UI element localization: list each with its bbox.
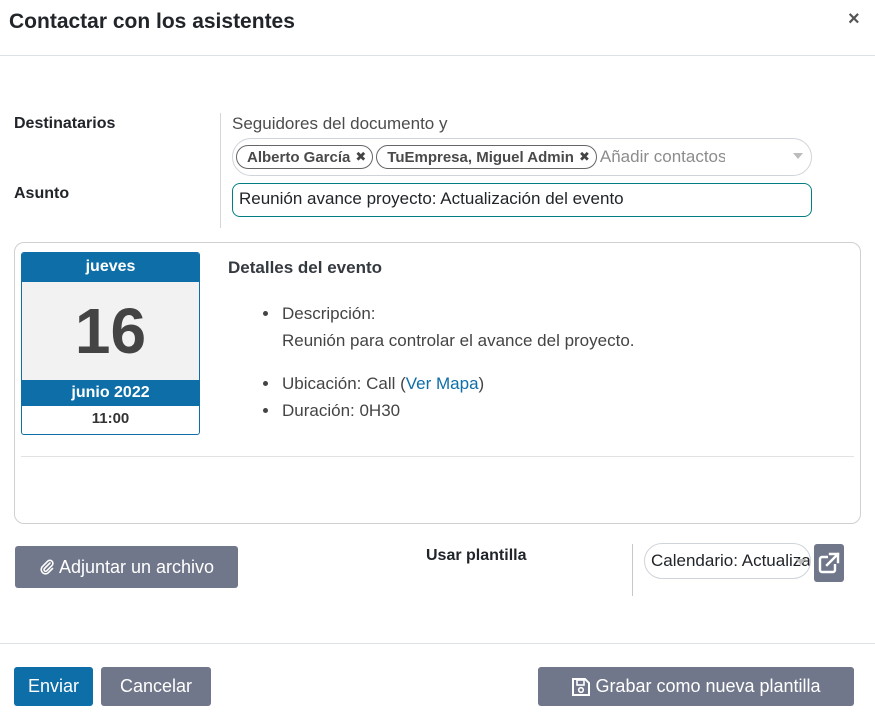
save-as-template-button[interactable]: Grabar como nueva plantilla — [538, 667, 854, 706]
location-suffix: ) — [478, 374, 485, 393]
chevron-down-icon[interactable] — [796, 559, 806, 565]
template-label: Usar plantilla — [426, 547, 527, 564]
duration-text: Duración: 0H30 — [282, 401, 401, 420]
send-button[interactable]: Enviar — [14, 667, 93, 706]
divider — [21, 456, 854, 457]
attach-file-button[interactable]: Adjuntar un archivo — [15, 546, 238, 588]
list-item: Descripción: Reunión para controlar el a… — [262, 300, 635, 354]
open-template-button[interactable] — [814, 544, 844, 582]
footer-divider — [0, 643, 875, 644]
external-link-icon — [818, 552, 840, 574]
template-select[interactable]: Calendario: Actualización del evento — [644, 543, 811, 579]
remove-tag-icon[interactable]: ✖ — [579, 149, 590, 165]
description-label: Descripción: — [282, 304, 376, 323]
close-icon[interactable]: × — [848, 8, 860, 31]
template-separator — [632, 544, 633, 596]
description-text: Reunión para controlar el avance del pro… — [282, 331, 635, 350]
view-map-link[interactable]: Ver Mapa — [406, 374, 479, 393]
recipient-tag-label: Alberto García — [247, 148, 351, 166]
dialog-title: Contactar con los asistentes — [9, 10, 295, 33]
calendar-card: jueves 16 junio 2022 11:00 — [21, 252, 200, 435]
recipient-tag: TuEmpresa, Miguel Admin ✖ — [376, 145, 597, 169]
list-item: Duración: 0H30 — [262, 397, 635, 424]
add-contact-input[interactable]: Añadir contactos — [600, 147, 725, 167]
dialog-header: Contactar con los asistentes × — [0, 0, 875, 56]
paperclip-icon — [40, 559, 54, 575]
recipients-label: Destinatarios — [14, 115, 116, 132]
calendar-time: 11:00 — [91, 410, 130, 427]
event-details-list: Descripción: Reunión para controlar el a… — [262, 300, 635, 424]
chevron-down-icon[interactable] — [793, 153, 803, 159]
list-item: Ubicación: Call (Ver Mapa) — [262, 370, 635, 397]
recipient-tag-label: TuEmpresa, Miguel Admin — [387, 148, 574, 166]
remove-tag-icon[interactable]: ✖ — [355, 149, 366, 165]
subject-input[interactable]: Reunión avance proyecto: Actualización d… — [232, 183, 812, 217]
followers-text: Seguidores del documento y — [232, 114, 448, 133]
save-as-template-label: Grabar como nueva plantilla — [595, 676, 821, 696]
recipients-field[interactable]: Alberto García ✖ TuEmpresa, Miguel Admin… — [232, 138, 812, 176]
event-details-title: Detalles del evento — [228, 258, 383, 277]
cancel-button[interactable]: Cancelar — [101, 667, 211, 706]
recipient-tag: Alberto García ✖ — [236, 145, 374, 169]
floppy-disk-icon — [572, 677, 591, 696]
subject-label: Asunto — [14, 185, 70, 202]
location-prefix: Ubicación: Call ( — [282, 374, 406, 393]
calendar-weekday: jueves — [22, 253, 199, 282]
calendar-month-year: junio 2022 — [22, 380, 199, 406]
form-separator — [220, 113, 221, 228]
calendar-day: 16 — [22, 282, 199, 380]
attach-file-label: Adjuntar un archivo — [58, 556, 215, 577]
